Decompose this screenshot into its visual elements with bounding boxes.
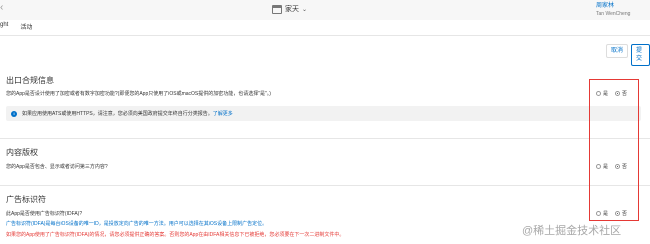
- app-selector[interactable]: 家天 ⌄: [272, 4, 307, 14]
- tab-activity[interactable]: 活动: [20, 22, 32, 31]
- section-title-content-rights: 内容版权: [6, 148, 38, 157]
- app-name: 家天: [285, 6, 299, 13]
- highlight-frame: [589, 79, 639, 221]
- tab-bar: ght 活动: [0, 22, 32, 31]
- chevron-down-icon: ⌄: [302, 6, 308, 13]
- cancel-button[interactable]: 取消: [606, 44, 629, 58]
- question-idfa: 此App是否使用广告标识符(IDFA)?: [6, 211, 83, 217]
- question-third-party-content: 您的App是否包含、显示或者访问第三方内容?: [6, 164, 108, 170]
- divider: [0, 138, 650, 139]
- question-encryption: 您的App是否设计使用了加密或者有数字加密功能?(即便您的App只使用了iOS或…: [6, 91, 271, 97]
- tab-insight[interactable]: ght: [0, 22, 8, 31]
- info-notice: i 如果应用使用ATS或使用HTTPS，请注意，您必须向美国政府提交年终自行分类…: [6, 106, 641, 121]
- info-icon: i: [11, 110, 17, 117]
- divider: [0, 35, 650, 36]
- divider: [0, 185, 650, 186]
- user-name: 周家林: [596, 3, 615, 9]
- watermark: @稀土掘金技术社区: [522, 225, 622, 237]
- info-text: 如果应用使用ATS或使用HTTPS，请注意，您必须向美国政府提交年终自行分类报告…: [22, 110, 233, 117]
- user-subtitle: Tan WenCheng: [596, 11, 631, 17]
- info-message: 如果应用使用ATS或使用HTTPS，请注意，您必须向美国政府提交年终自行分类报告…: [22, 111, 213, 117]
- submit-button[interactable]: 提交: [631, 44, 650, 66]
- user-menu[interactable]: 周家林 Tan WenCheng: [596, 2, 650, 18]
- app-window-icon: [272, 4, 282, 14]
- idfa-warning: 如果您的App使用了广告标识符(IDFA)的情况，请您必须提供正确的答案。否则您…: [6, 232, 345, 238]
- section-title-advertising-identifier: 广告标识符: [6, 195, 46, 204]
- chevron-left-icon[interactable]: ‹: [0, 2, 3, 13]
- learn-more-link[interactable]: 了解更多: [213, 111, 233, 117]
- top-bar: ‹ 家天 ⌄ 周家林 Tan WenCheng: [0, 0, 650, 20]
- section-title-export-compliance: 出口合规信息: [6, 76, 54, 85]
- idfa-description: 广告标识符(IDFA)是每台iOS设备的唯一ID，是投放定向广告的唯一方法。用户…: [6, 221, 268, 227]
